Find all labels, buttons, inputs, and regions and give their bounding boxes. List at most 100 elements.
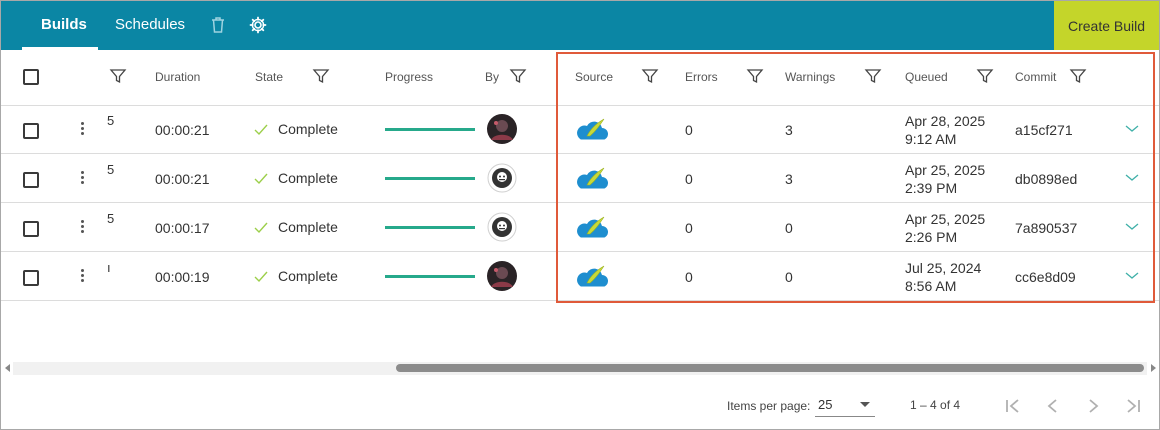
page-range: 1 – 4 of 4 bbox=[910, 398, 961, 412]
filter-icon[interactable] bbox=[864, 67, 882, 85]
items-per-page-value: 25 bbox=[818, 397, 833, 412]
photo-avatar[interactable] bbox=[487, 114, 517, 144]
chevron-down-icon[interactable] bbox=[1124, 124, 1140, 134]
filter-icon[interactable] bbox=[746, 67, 764, 85]
filter-icon[interactable] bbox=[509, 67, 527, 85]
column-header-by[interactable]: By bbox=[485, 70, 499, 84]
create-build-button[interactable]: Create Build bbox=[1054, 1, 1159, 50]
trash-icon[interactable] bbox=[208, 15, 228, 35]
check-icon bbox=[254, 222, 268, 234]
progress-bar bbox=[385, 226, 475, 229]
select-all-checkbox[interactable] bbox=[23, 69, 39, 85]
build-id: ı bbox=[107, 260, 111, 275]
column-header-source[interactable]: Source bbox=[575, 70, 613, 84]
queued-time: 2:26 PM bbox=[905, 229, 958, 245]
commit-hash: a15cf271 bbox=[1015, 122, 1073, 138]
chevron-down-icon[interactable] bbox=[1124, 173, 1140, 183]
warnings-value: 0 bbox=[785, 220, 793, 236]
cloud-source-icon[interactable] bbox=[575, 116, 609, 149]
state-value: Complete bbox=[278, 219, 338, 235]
build-id: 5 bbox=[107, 162, 115, 177]
gear-icon[interactable] bbox=[248, 15, 268, 35]
tab-schedules[interactable]: Schedules bbox=[115, 1, 185, 50]
commit-hash: cc6e8d09 bbox=[1015, 269, 1076, 285]
queued-date: Apr 25, 2025 bbox=[905, 211, 986, 227]
scroll-right-arrow-icon[interactable] bbox=[1151, 364, 1156, 372]
filter-icon[interactable] bbox=[1069, 67, 1087, 85]
queued-date: Apr 28, 2025 bbox=[905, 113, 986, 129]
commit-hash: db0898ed bbox=[1015, 171, 1078, 187]
table-row[interactable]: 5 00:00:21 Complete 0 3 Apr 25, 2025 2:39 PM db… bbox=[1, 154, 1159, 203]
row-checkbox[interactable] bbox=[23, 270, 39, 286]
column-header-progress[interactable]: Progress bbox=[385, 70, 433, 84]
more-options-icon[interactable] bbox=[81, 122, 85, 137]
more-options-icon[interactable] bbox=[81, 269, 85, 284]
check-icon bbox=[254, 124, 268, 136]
filter-icon[interactable] bbox=[976, 67, 994, 85]
table-row[interactable]: 5 00:00:17 Complete 0 0 Apr 25, 2025 2:26 PM 7a… bbox=[1, 203, 1159, 252]
column-header-commit[interactable]: Commit bbox=[1015, 70, 1056, 84]
duration-value: 00:00:21 bbox=[155, 122, 210, 138]
filter-icon[interactable] bbox=[109, 67, 127, 85]
errors-value: 0 bbox=[685, 220, 693, 236]
cloud-source-icon[interactable] bbox=[575, 165, 609, 198]
errors-value: 0 bbox=[685, 269, 693, 285]
state-value: Complete bbox=[278, 268, 338, 284]
queued-time: 8:56 AM bbox=[905, 278, 957, 294]
filter-icon[interactable] bbox=[641, 67, 659, 85]
row-checkbox[interactable] bbox=[23, 123, 39, 139]
photo-avatar[interactable] bbox=[487, 261, 517, 291]
warnings-value: 3 bbox=[785, 171, 793, 187]
table-row[interactable]: ı 00:00:19 Complete 0 0 Jul 25, 2024 8:56 AM cc… bbox=[1, 252, 1159, 301]
builds-window: Builds Schedules Create Build Duration S… bbox=[0, 0, 1160, 430]
progress-bar bbox=[385, 275, 475, 278]
cloud-source-icon[interactable] bbox=[575, 214, 609, 247]
chevron-down-icon[interactable] bbox=[1124, 271, 1140, 281]
errors-value: 0 bbox=[685, 122, 693, 138]
previous-page-icon[interactable] bbox=[1042, 395, 1064, 417]
column-header-errors[interactable]: Errors bbox=[685, 70, 718, 84]
build-id: 5 bbox=[107, 211, 115, 226]
warnings-value: 3 bbox=[785, 122, 793, 138]
queued-time: 2:39 PM bbox=[905, 180, 958, 196]
last-page-icon[interactable] bbox=[1122, 395, 1144, 417]
robot-avatar[interactable] bbox=[487, 163, 517, 193]
queued-time: 9:12 AM bbox=[905, 131, 957, 147]
caret-down-icon bbox=[860, 402, 870, 407]
scroll-left-arrow-icon[interactable] bbox=[5, 364, 10, 372]
check-icon bbox=[254, 173, 268, 185]
errors-value: 0 bbox=[685, 171, 693, 187]
robot-avatar[interactable] bbox=[487, 212, 517, 242]
column-header-queued[interactable]: Queued bbox=[905, 70, 948, 84]
column-header-state[interactable]: State bbox=[255, 70, 283, 84]
filter-icon[interactable] bbox=[312, 67, 330, 85]
items-per-page-select[interactable]: 25 bbox=[815, 393, 875, 417]
more-options-icon[interactable] bbox=[81, 171, 85, 186]
column-header-warnings[interactable]: Warnings bbox=[785, 70, 835, 84]
top-bar: Builds Schedules Create Build bbox=[1, 1, 1159, 50]
state-value: Complete bbox=[278, 170, 338, 186]
horizontal-scrollbar-thumb[interactable] bbox=[396, 364, 1144, 372]
build-id: 5 bbox=[107, 113, 115, 128]
progress-bar bbox=[385, 128, 475, 131]
queued-date: Jul 25, 2024 bbox=[905, 260, 982, 276]
chevron-down-icon[interactable] bbox=[1124, 222, 1140, 232]
commit-hash: 7a890537 bbox=[1015, 220, 1078, 236]
first-page-icon[interactable] bbox=[1002, 395, 1024, 417]
next-page-icon[interactable] bbox=[1082, 395, 1104, 417]
queued-date: Apr 25, 2025 bbox=[905, 162, 986, 178]
more-options-icon[interactable] bbox=[81, 220, 85, 235]
warnings-value: 0 bbox=[785, 269, 793, 285]
items-per-page-label: Items per page: bbox=[727, 399, 811, 413]
column-header-duration[interactable]: Duration bbox=[155, 70, 200, 84]
check-icon bbox=[254, 271, 268, 283]
state-value: Complete bbox=[278, 121, 338, 137]
duration-value: 00:00:17 bbox=[155, 220, 210, 236]
progress-bar bbox=[385, 177, 475, 180]
cloud-source-icon[interactable] bbox=[575, 263, 609, 296]
table-row[interactable]: 5 00:00:21 Complete 0 3 Apr 28, 2025 9:12 AM a1… bbox=[1, 105, 1159, 154]
row-checkbox[interactable] bbox=[23, 172, 39, 188]
tab-builds[interactable]: Builds bbox=[41, 1, 87, 50]
duration-value: 00:00:21 bbox=[155, 171, 210, 187]
row-checkbox[interactable] bbox=[23, 221, 39, 237]
